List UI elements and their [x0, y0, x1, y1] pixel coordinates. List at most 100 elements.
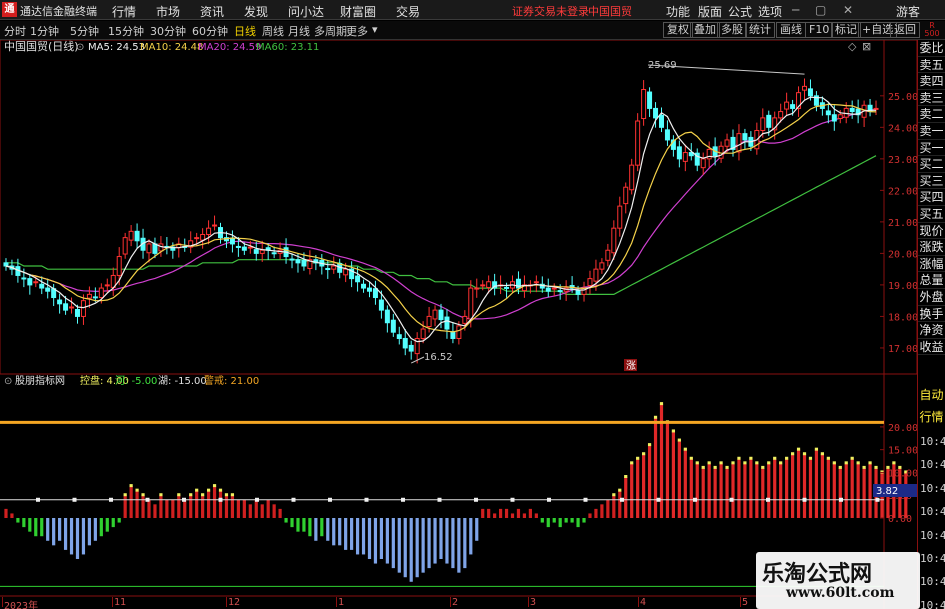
indicator-bar-cap [814, 447, 819, 451]
control-dot [437, 497, 442, 502]
period-30min[interactable]: 30分钟 [150, 23, 186, 39]
indicator-bar-cap [856, 461, 860, 465]
multi-stock-button[interactable]: 多股 [717, 22, 747, 38]
period-1min[interactable]: 1分钟 [30, 23, 59, 39]
collapse-icon[interactable]: ⊠ [862, 40, 871, 53]
date-tick [528, 597, 529, 607]
quote-field-label: 卖三 [918, 90, 945, 107]
menu-market[interactable]: 市场 [156, 3, 180, 20]
indicator-bar [141, 495, 145, 518]
period-more[interactable]: 更多 [346, 23, 368, 39]
menu-news[interactable]: 资讯 [200, 3, 224, 20]
quote-label[interactable]: 行情 [918, 406, 945, 428]
control-dot [291, 497, 296, 502]
candle-body [86, 293, 92, 299]
candle-body [331, 265, 337, 270]
stock-name: 中国国贸 [588, 5, 632, 18]
quote-field-label: 涨跌 [918, 240, 945, 256]
indicator-bar [206, 490, 211, 518]
indicator-bar [75, 518, 80, 559]
candle-body [700, 158, 706, 169]
indicator-tick-label: 20.00 [888, 423, 917, 434]
period-daily[interactable]: 日线 [234, 23, 256, 39]
menu-wealth-circle[interactable]: 财富圈 [340, 3, 376, 20]
candle-body [402, 337, 408, 349]
overlay-button[interactable]: 叠加 [690, 22, 720, 38]
date-tick [638, 597, 639, 607]
indicator-bar [87, 518, 92, 546]
candle-body [259, 249, 265, 254]
candle-body [664, 129, 670, 141]
indicator-bar [773, 458, 777, 518]
ma20-polyline [5, 108, 877, 320]
control-dot [802, 497, 807, 502]
candle-body [837, 114, 843, 120]
indicator-bar [600, 504, 604, 518]
period-monthly[interactable]: 月线 [288, 23, 310, 39]
period-60min[interactable]: 60分钟 [192, 23, 228, 39]
indicator-bar-cap [206, 488, 211, 492]
indicator-bar [111, 518, 115, 528]
panel-header-500: 500 [924, 29, 940, 38]
close-icon[interactable]: ✕ [843, 3, 853, 17]
diamond-icon[interactable]: ◇ [848, 40, 857, 53]
kline-chart[interactable]: 25.0024.0023.0022.0021.0020.0019.0018.00… [0, 40, 917, 609]
period-intraday[interactable]: 分时 [4, 23, 26, 39]
period-multi[interactable]: 多周期 [314, 23, 347, 39]
auto-label[interactable]: 自动 [918, 384, 945, 406]
period-15min[interactable]: 15分钟 [108, 23, 144, 39]
control-dot [693, 497, 697, 502]
candle-body [778, 111, 784, 119]
login-warning[interactable]: 证券交易未登录 [512, 3, 589, 19]
period-5min[interactable]: 5分钟 [70, 23, 99, 39]
indicator-bar-cap [224, 493, 229, 497]
indicator-bar [808, 458, 813, 518]
indicator-bar [266, 499, 270, 518]
date-axis: 2023年 11 12 1 2 3 4 5 [0, 597, 756, 609]
menu-trade[interactable]: 交易 [396, 3, 420, 20]
menu-discover[interactable]: 发现 [244, 3, 268, 20]
menu-layout[interactable]: 版面 [698, 3, 722, 20]
candle-body [647, 91, 653, 109]
restore-icon[interactable]: ▢ [815, 3, 826, 17]
indicator-bar [481, 508, 485, 518]
menu-ask[interactable]: 问小达 [288, 3, 324, 20]
indicator-bar [546, 518, 550, 528]
adjust-button[interactable]: 复权 [663, 22, 693, 38]
candle-body [3, 262, 9, 267]
mark-button[interactable]: 标记 [831, 22, 861, 38]
stats-button[interactable]: 统计 [745, 22, 775, 38]
candle-body [438, 309, 444, 321]
menu-formula[interactable]: 公式 [728, 3, 752, 20]
chevron-down-icon[interactable]: ▾ [372, 23, 378, 36]
control-dot [547, 497, 551, 502]
minimize-icon[interactable]: ─ [792, 3, 799, 17]
f10-button[interactable]: F10 [805, 22, 834, 38]
guest-label[interactable]: 游客 [896, 3, 920, 20]
legend-toggle-icon[interactable]: ⊙ [76, 42, 84, 53]
candle-body [45, 287, 51, 292]
indicator-bar-cap [218, 488, 223, 492]
ma60-polyline [6, 155, 877, 295]
indicator-bar-cap [677, 438, 681, 442]
indicator-bar [540, 518, 544, 523]
candle-body [247, 246, 253, 249]
period-weekly[interactable]: 周线 [262, 23, 284, 39]
candle-body [611, 227, 617, 254]
indicator-bar [588, 513, 592, 518]
tick-time: 10:45 [920, 481, 945, 495]
app-logo-icon: 通 [2, 2, 17, 17]
menu-options[interactable]: 选项 [758, 3, 782, 20]
indicator-bar-cap [683, 447, 687, 451]
candle-body [629, 164, 635, 191]
indicator-toggle-icon[interactable]: ⊙ [4, 376, 12, 387]
draw-line-button[interactable]: 画线 [776, 22, 806, 38]
indicator-bar [4, 508, 8, 518]
menu-function[interactable]: 功能 [666, 3, 690, 20]
back-button[interactable]: 返回 [890, 22, 920, 38]
candle-body [408, 344, 414, 352]
indicator-bar [767, 463, 771, 518]
menu-quotes[interactable]: 行情 [112, 3, 136, 20]
indicator-bar [582, 518, 586, 523]
quote-field-label: 委比 [918, 41, 945, 57]
